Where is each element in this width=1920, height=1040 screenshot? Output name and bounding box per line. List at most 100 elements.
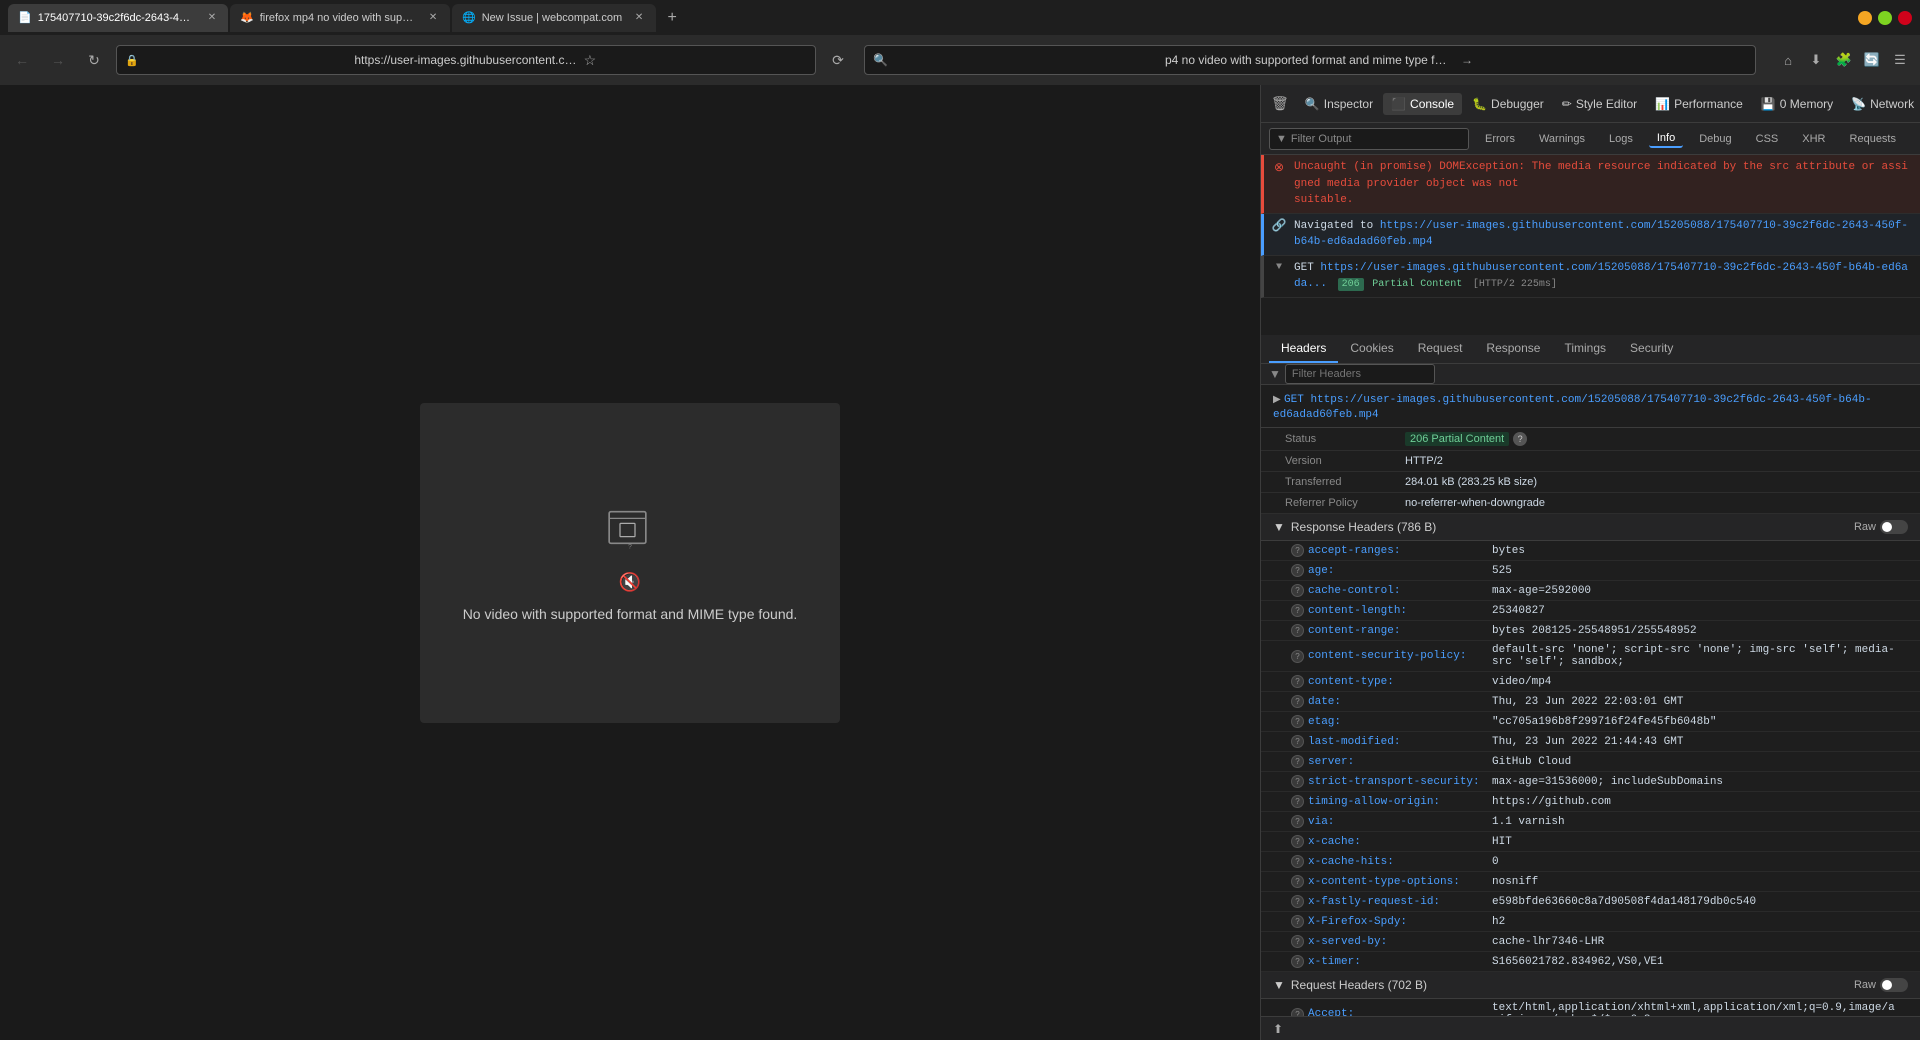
devtools-console-button[interactable]: ⬛ Console — [1383, 93, 1462, 115]
header-value: S1656021782.834962,VS0,VE1 — [1492, 956, 1664, 968]
header-info-icon[interactable]: ? — [1291, 835, 1304, 848]
address-bar[interactable]: 🔒 https://user-images.githubusercontent.… — [116, 45, 816, 75]
header-info-icon[interactable]: ? — [1291, 935, 1304, 948]
header-value: HIT — [1492, 836, 1512, 848]
header-info-icon[interactable]: ? — [1291, 915, 1304, 928]
filter-icon: ▼ — [1276, 133, 1287, 145]
filter-output-input[interactable]: ▼ Filter Output — [1269, 128, 1469, 150]
raw-toggle-switch[interactable] — [1880, 520, 1908, 534]
tab-close-3[interactable]: ✕ — [632, 11, 646, 25]
toolbar: ← → ↻ 🔒 https://user-images.githubuserco… — [0, 35, 1920, 85]
devtools-inspector-button[interactable]: 🔍 Inspector — [1297, 93, 1381, 115]
header-info-icon[interactable]: ? — [1291, 604, 1304, 617]
extensions-icon[interactable]: 🧩 — [1832, 48, 1856, 72]
header-info-icon[interactable]: ? — [1291, 875, 1304, 888]
header-info-icon[interactable]: ? — [1291, 955, 1304, 968]
header-info-icon[interactable]: ? — [1291, 795, 1304, 808]
forward-button[interactable]: → — [44, 46, 72, 74]
header-info-icon[interactable]: ? — [1291, 715, 1304, 728]
console-xhr-tab[interactable]: XHR — [1794, 131, 1833, 147]
header-value: max-age=31536000; includeSubDomains — [1492, 776, 1723, 788]
console-errors-tab[interactable]: Errors — [1477, 131, 1523, 147]
header-name: etag: — [1308, 716, 1488, 728]
console-css-tab[interactable]: CSS — [1748, 131, 1787, 147]
header-info-icon[interactable]: ? — [1291, 815, 1304, 828]
tab-close-1[interactable]: ✕ — [206, 11, 218, 25]
video-no-format-message: No video with supported format and MIME … — [463, 605, 798, 625]
console-requests-tab[interactable]: Requests — [1842, 131, 1904, 147]
home-icon[interactable]: ⌂ — [1776, 48, 1800, 72]
response-header-row: ? x-timer: S1656021782.834962,VS0,VE1 — [1261, 952, 1920, 972]
response-headers-section-header[interactable]: ▼ Response Headers (786 B) Raw — [1261, 514, 1920, 541]
header-info-icon[interactable]: ? — [1291, 895, 1304, 908]
devtools-debugger-button[interactable]: 🐛 Debugger — [1464, 93, 1552, 115]
raw-toggle-switch-req[interactable] — [1880, 978, 1908, 992]
header-info-icon[interactable]: ? — [1291, 650, 1304, 663]
response-header-row: ? date: Thu, 23 Jun 2022 22:03:01 GMT — [1261, 692, 1920, 712]
tab-icon-3: 🌐 — [462, 11, 476, 24]
request-headers-section-header[interactable]: ▼ Request Headers (702 B) Raw — [1261, 972, 1920, 999]
header-info-icon[interactable]: ? — [1291, 584, 1304, 597]
network-tab-request[interactable]: Request — [1406, 335, 1475, 363]
header-info-icon[interactable]: ? — [1291, 755, 1304, 768]
referrer-policy-row: Referrer Policy no-referrer-when-downgra… — [1261, 493, 1920, 514]
back-button[interactable]: ← — [8, 46, 36, 74]
devtools-performance-button[interactable]: 📊 Performance — [1647, 93, 1751, 115]
header-value: GitHub Cloud — [1492, 756, 1571, 768]
header-info-icon[interactable]: ? — [1291, 695, 1304, 708]
menu-icon[interactable]: ☰ — [1888, 48, 1912, 72]
tab-3[interactable]: 🌐 New Issue | webcompat.com ✕ — [452, 4, 656, 32]
search-bar[interactable]: 🔍 p4 no video with supported format and … — [864, 45, 1756, 75]
response-header-row: ? via: 1.1 varnish — [1261, 812, 1920, 832]
devtools-panel: 🗑 🔍 Inspector ⬛ Console 🐛 Debugger ✏ Sty… — [1260, 85, 1920, 1040]
console-logs-tab[interactable]: Logs — [1601, 131, 1641, 147]
network-tab-security[interactable]: Security — [1618, 335, 1685, 363]
header-info-icon[interactable]: ? — [1291, 675, 1304, 688]
console-warnings-tab[interactable]: Warnings — [1531, 131, 1593, 147]
network-tab-timings[interactable]: Timings — [1552, 335, 1618, 363]
header-name: x-cache: — [1308, 836, 1488, 848]
refresh-button[interactable]: ↻ — [80, 46, 108, 74]
header-info-icon[interactable]: ? — [1291, 624, 1304, 637]
header-value: 525 — [1492, 565, 1512, 577]
header-name: timing-allow-origin: — [1308, 796, 1488, 808]
refresh-icon[interactable]: ⟳ — [824, 46, 852, 74]
header-info-icon[interactable]: ? — [1291, 735, 1304, 748]
devtools-clear-button[interactable]: 🗑 — [1265, 91, 1295, 116]
expand-devtools-button[interactable]: ⬆ — [1269, 1020, 1287, 1038]
navigate-icon: 🔗 — [1272, 219, 1286, 233]
console-get-message: ▼ GET https://user-images.githubusercont… — [1261, 256, 1920, 298]
search-text: p4 no video with supported format and mi… — [1165, 53, 1451, 67]
inspector-label: Inspector — [1324, 97, 1373, 111]
console-info-tab[interactable]: Info — [1649, 130, 1683, 148]
tab-close-2[interactable]: ✕ — [426, 11, 440, 25]
devtools-bottom-bar: ⬆ — [1261, 1016, 1920, 1040]
devtools-network-button[interactable]: 📡 Network — [1843, 93, 1920, 115]
status-info-icon[interactable]: ? — [1513, 432, 1527, 446]
header-info-icon[interactable]: ? — [1291, 775, 1304, 788]
header-info-icon[interactable]: ? — [1291, 855, 1304, 868]
network-tab-headers[interactable]: Headers — [1269, 335, 1338, 363]
tab-2[interactable]: 🦊 firefox mp4 no video with supp... ✕ — [230, 4, 450, 32]
network-tab-cookies[interactable]: Cookies — [1338, 335, 1405, 363]
new-tab-button[interactable]: + — [658, 4, 686, 32]
header-info-icon[interactable]: ? — [1291, 564, 1304, 577]
network-tab-response[interactable]: Response — [1474, 335, 1552, 363]
window-maximize-button[interactable] — [1878, 11, 1892, 25]
bookmark-icon[interactable]: ☆ — [584, 52, 807, 69]
memory-label: 0 Memory — [1780, 97, 1833, 111]
tab-1[interactable]: 📄 175407710-39c2f6dc-2643-450f-b64b ✕ — [8, 4, 228, 32]
console-debug-tab[interactable]: Debug — [1691, 131, 1739, 147]
header-info-icon[interactable]: ? — [1291, 544, 1304, 557]
downloads-icon[interactable]: ⬇ — [1804, 48, 1828, 72]
header-info-icon[interactable]: ? — [1291, 1008, 1304, 1017]
window-close-button[interactable] — [1898, 11, 1912, 25]
devtools-memory-button[interactable]: 💾 0 Memory — [1753, 93, 1841, 115]
window-minimize-button[interactable] — [1858, 11, 1872, 25]
expand-icon[interactable]: ▶ — [1273, 394, 1281, 405]
svg-text:?: ? — [628, 544, 632, 551]
version-value: HTTP/2 — [1405, 455, 1443, 467]
devtools-style-editor-button[interactable]: ✏ Style Editor — [1554, 93, 1645, 115]
sync-icon[interactable]: 🔄 — [1860, 48, 1884, 72]
headers-filter-input[interactable] — [1285, 364, 1435, 384]
